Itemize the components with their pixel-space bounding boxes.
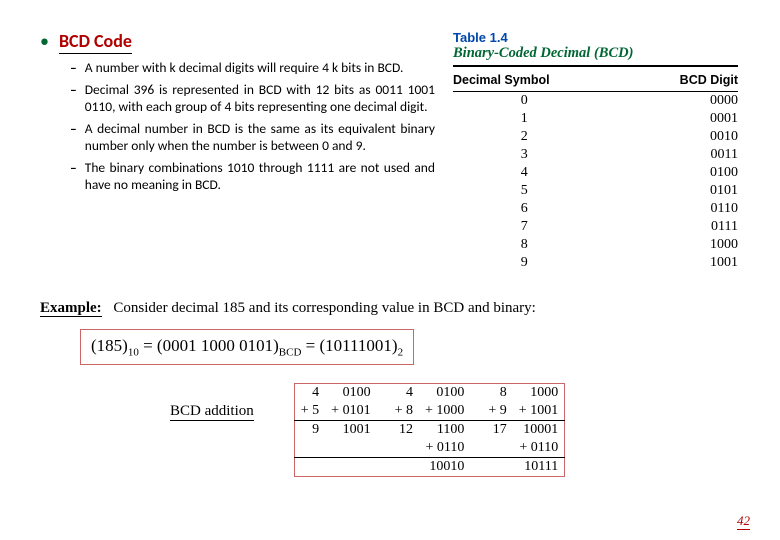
bullet-text: The binary combinations 1010 through 111… (85, 160, 435, 193)
bcd-cell: 0011 (596, 146, 739, 164)
decimal-cell: 1 (453, 110, 596, 128)
bullet-list: –A number with k decimal digits will req… (70, 60, 435, 193)
addition-table: 401004010081000 + 5+ 0101+ 8+ 1000+ 9+ 1… (294, 383, 565, 477)
decimal-cell: 8 (453, 236, 596, 254)
bcd-cell: 1001 (596, 254, 739, 272)
bcd-table: Decimal Symbol BCD Digit 00000 10001 200… (453, 71, 738, 272)
bullet-icon: • (40, 32, 49, 50)
decimal-cell: 0 (453, 92, 596, 111)
decimal-cell: 4 (453, 164, 596, 182)
decimal-cell: 3 (453, 146, 596, 164)
bullet-text: A decimal number in BCD is the same as i… (85, 121, 435, 154)
equation-box: (185)10 = (0001 1000 0101)BCD = (1011100… (80, 329, 414, 365)
decimal-cell: 6 (453, 200, 596, 218)
decimal-cell: 5 (453, 182, 596, 200)
example-text: Consider decimal 185 and its correspondi… (113, 300, 535, 316)
addition-label: BCD addition (170, 403, 254, 421)
bcd-cell: 0111 (596, 218, 739, 236)
bcd-cell: 0100 (596, 164, 739, 182)
bcd-cell: 0001 (596, 110, 739, 128)
dash-icon: – (70, 82, 77, 115)
table-title: Binary-Coded Decimal (BCD) (453, 45, 738, 62)
page-number: 42 (737, 513, 750, 530)
bcd-cell: 0010 (596, 128, 739, 146)
dash-icon: – (70, 121, 77, 154)
decimal-cell: 9 (453, 254, 596, 272)
example-label: Example: (40, 300, 102, 317)
bcd-cell: 0000 (596, 92, 739, 111)
table-number: Table 1.4 (453, 30, 738, 45)
table-head-bcd: BCD Digit (596, 71, 739, 92)
decimal-cell: 7 (453, 218, 596, 236)
dash-icon: – (70, 60, 77, 76)
decimal-cell: 2 (453, 128, 596, 146)
bcd-cell: 0110 (596, 200, 739, 218)
bullet-text: A number with k decimal digits will requ… (85, 60, 435, 76)
dash-icon: – (70, 160, 77, 193)
section-title: BCD Code (59, 30, 132, 54)
bcd-cell: 0101 (596, 182, 739, 200)
table-head-decimal: Decimal Symbol (453, 71, 596, 92)
bullet-text: Decimal 396 is represented in BCD with 1… (85, 82, 435, 115)
bcd-cell: 1000 (596, 236, 739, 254)
